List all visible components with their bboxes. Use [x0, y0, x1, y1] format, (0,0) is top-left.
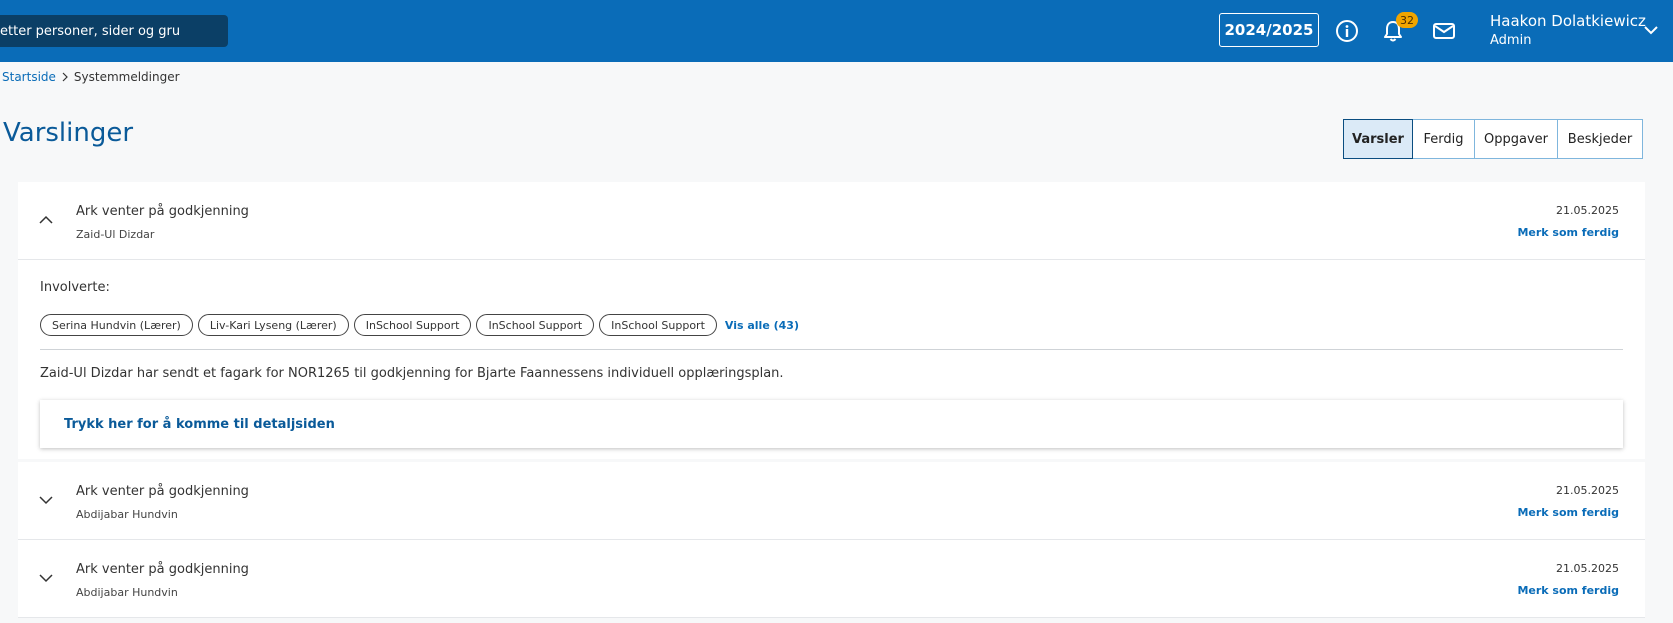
notification-sender: Abdijabar Hundvin [76, 508, 178, 521]
chevron-down-icon[interactable] [1643, 22, 1659, 38]
tab-oppgaver[interactable]: Oppgaver [1474, 119, 1558, 159]
top-bar: 2024/2025 32 Haakon Dolatkiewicz Admin [0, 0, 1673, 62]
chevron-down-icon[interactable] [38, 492, 54, 508]
search-box[interactable] [0, 15, 228, 47]
breadcrumb-current: Systemmeldinger [73, 70, 180, 84]
school-year-button[interactable]: 2024/2025 [1219, 13, 1319, 47]
mark-done-link[interactable]: Merk som ferdig [1517, 584, 1619, 597]
involved-chip[interactable]: InSchool Support [476, 314, 595, 336]
involved-chip[interactable]: Serina Hundvin (Lærer) [40, 314, 193, 336]
tab-bar: Varsler Ferdig Oppgaver Beskjeder [1343, 119, 1643, 159]
chevron-right-icon [62, 72, 68, 82]
breadcrumb: Startside Systemmeldinger [2, 70, 180, 84]
tab-varsler[interactable]: Varsler [1343, 119, 1413, 159]
involved-label: Involverte: [40, 280, 110, 295]
user-role: Admin [1490, 33, 1532, 48]
breadcrumb-home-link[interactable]: Startside [2, 70, 56, 84]
notification-header[interactable]: Ark venter på godkjenning Abdijabar Hund… [18, 462, 1645, 540]
involved-chip[interactable]: Liv-Kari Lyseng (Lærer) [197, 314, 349, 336]
notification-sender: Abdijabar Hundvin [76, 586, 178, 599]
notification-badge: 32 [1396, 12, 1418, 28]
chevron-up-icon[interactable] [38, 212, 54, 228]
notification-body: Involverte: Serina Hundvin (Lærer) Liv-K… [18, 260, 1645, 459]
notification-date: 21.05.2025 [1556, 204, 1619, 217]
tab-beskjeder[interactable]: Beskjeder [1557, 119, 1643, 159]
notification-header[interactable]: Ark venter på godkjenning Abdijabar Hund… [18, 540, 1645, 618]
info-icon[interactable] [1334, 18, 1360, 44]
notification-message: Zaid-Ul Dizdar har sendt et fagark for N… [40, 366, 784, 381]
notification-header[interactable]: Ark venter på godkjenning Zaid-Ul Dizdar… [18, 182, 1645, 260]
notification-item: Ark venter på godkjenning Abdijabar Hund… [18, 540, 1645, 618]
involved-list: Serina Hundvin (Lærer) Liv-Kari Lyseng (… [40, 314, 799, 336]
detail-page-link[interactable]: Trykk her for å komme til detaljsiden [40, 400, 1623, 448]
chevron-down-icon[interactable] [38, 570, 54, 586]
involved-chip[interactable]: InSchool Support [353, 314, 472, 336]
user-name[interactable]: Haakon Dolatkiewicz [1490, 12, 1646, 30]
mail-icon[interactable] [1431, 18, 1457, 44]
notification-item: Ark venter på godkjenning Zaid-Ul Dizdar… [18, 182, 1645, 459]
tab-ferdig[interactable]: Ferdig [1412, 119, 1475, 159]
notification-title: Ark venter på godkjenning [76, 484, 249, 499]
notification-date: 21.05.2025 [1556, 484, 1619, 497]
mark-done-link[interactable]: Merk som ferdig [1517, 506, 1619, 519]
show-all-link[interactable]: Vis alle (43) [725, 319, 799, 332]
notification-title: Ark venter på godkjenning [76, 204, 249, 219]
notification-date: 21.05.2025 [1556, 562, 1619, 575]
notification-title: Ark venter på godkjenning [76, 562, 249, 577]
involved-chip[interactable]: InSchool Support [599, 314, 717, 336]
mark-done-link[interactable]: Merk som ferdig [1517, 226, 1619, 239]
page-title: Varslinger [3, 118, 134, 148]
notification-sender: Zaid-Ul Dizdar [76, 228, 155, 241]
notification-item: Ark venter på godkjenning Abdijabar Hund… [18, 462, 1645, 540]
divider [40, 349, 1623, 350]
search-input[interactable] [0, 23, 220, 39]
